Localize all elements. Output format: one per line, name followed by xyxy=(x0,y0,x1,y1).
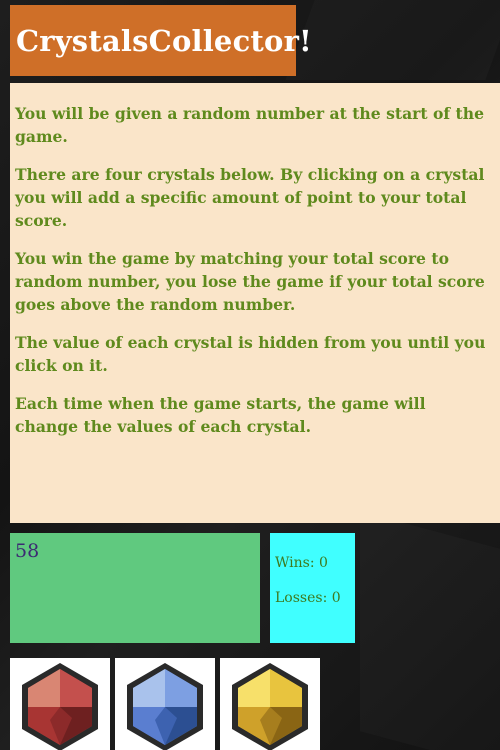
instruction-paragraph: The value of each crystal is hidden from… xyxy=(15,333,486,375)
yellow-crystal-icon xyxy=(232,663,308,750)
instruction-paragraph: You will be given a random number at the… xyxy=(15,104,485,146)
instruction-paragraph: There are four crystals below. By clicki… xyxy=(15,165,485,230)
wins-stat: Wins: 0 xyxy=(275,555,350,571)
crystal-button-blue[interactable] xyxy=(115,658,215,750)
random-number: 58 xyxy=(15,540,40,562)
background-facet xyxy=(285,0,500,80)
instruction-paragraph: You win the game by matching your total … xyxy=(15,249,485,314)
wins-value: 0 xyxy=(319,555,328,571)
stats-panel: Wins: 0 Losses: 0 xyxy=(270,533,355,643)
losses-label: Losses: xyxy=(275,590,328,606)
title-banner: CrystalsCollector! xyxy=(10,5,312,76)
instruction-paragraph: Each time when the game starts, the game… xyxy=(15,394,426,436)
instructions-panel: You will be given a random number at the… xyxy=(10,83,500,523)
crystal-button-red[interactable] xyxy=(10,658,110,750)
game-title: CrystalsCollector! xyxy=(16,23,312,58)
random-number-panel: 58 xyxy=(10,533,260,643)
wins-label: Wins: xyxy=(275,555,315,571)
background-facet xyxy=(360,511,500,750)
red-crystal-icon xyxy=(22,663,98,750)
losses-stat: Losses: 0 xyxy=(275,590,350,606)
losses-value: 0 xyxy=(331,590,341,606)
crystal-button-yellow[interactable] xyxy=(220,658,320,750)
blue-crystal-icon xyxy=(127,663,203,750)
